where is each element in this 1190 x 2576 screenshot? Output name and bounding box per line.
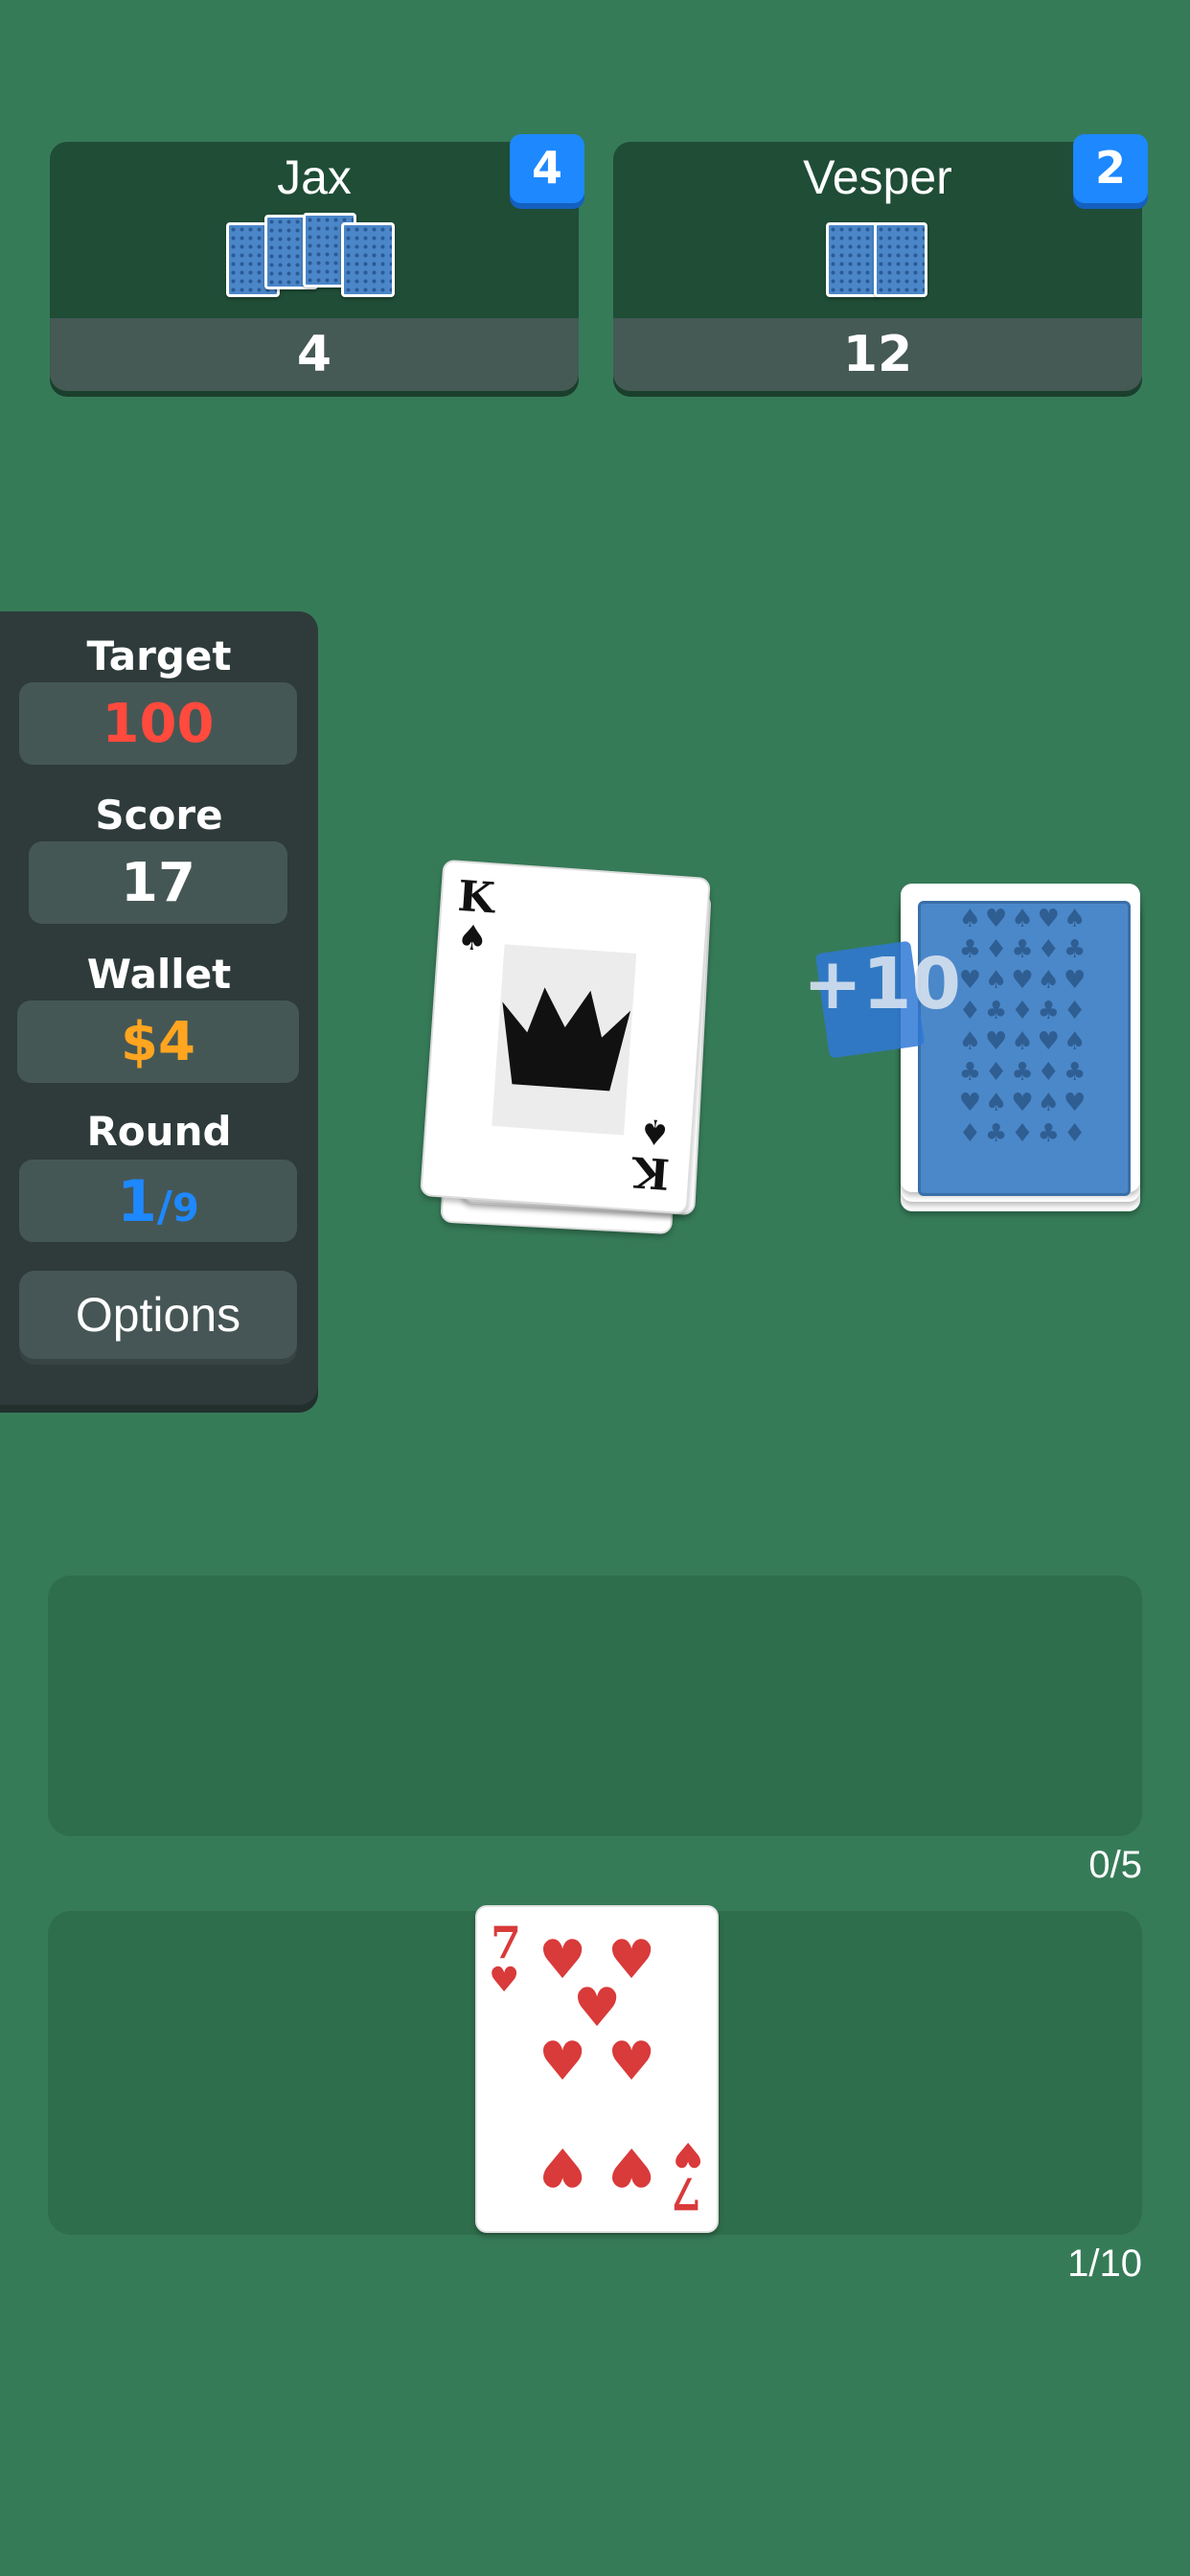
target-value: 100 [19, 682, 297, 765]
score-value: 17 [29, 841, 287, 924]
opponent-name: Vesper [803, 150, 952, 204]
card-suit: ♥ [489, 1960, 520, 2000]
opponent-card-count-badge: 2 [1073, 134, 1148, 203]
round-separator: / [156, 1183, 172, 1231]
target-label: Target [86, 632, 232, 679]
score-label: Score [95, 792, 223, 839]
opponent-score: 4 [50, 318, 579, 391]
opponent-score: 12 [613, 318, 1142, 391]
hand-zone-count: 1/10 [1067, 2242, 1142, 2285]
round-value: 1/9 [19, 1160, 297, 1242]
round-total: 9 [172, 1186, 199, 1230]
hand-card-seven-hearts[interactable]: 7 ♥ ♥ ♥ ♥ ♥ ♥ ♥ ♥ ♥ 7 [475, 1905, 719, 2233]
play-zone-count: 0/5 [1088, 1844, 1142, 1886]
points-popup: +10 [803, 943, 961, 1025]
card-suit-bottom: ♥ [672, 2134, 703, 2174]
opponent-hand-icon [222, 211, 414, 297]
opponent-hand-icon [824, 220, 939, 307]
card-rank: 7 [491, 1917, 522, 1968]
card-suit-bottom: ♠ [637, 1110, 672, 1153]
card-rank-bottom: K [630, 1146, 672, 1198]
wallet-label: Wallet [86, 951, 232, 998]
round-current: 1 [117, 1168, 157, 1235]
options-button[interactable]: Options [19, 1271, 297, 1359]
card-rank-bottom: 7 [670, 2168, 701, 2220]
opponent-panel-jax[interactable]: Jax 4 [50, 142, 579, 391]
play-zone[interactable] [48, 1576, 1142, 1836]
opponent-panel-vesper[interactable]: Vesper 12 [613, 142, 1142, 391]
round-label: Round [86, 1108, 232, 1155]
card-king-spades: K ♠ ♠ K [420, 859, 711, 1215]
card-suit: ♠ [455, 916, 490, 960]
opponent-card-count-badge: 4 [510, 134, 584, 203]
wallet-value: $4 [17, 1000, 299, 1083]
discard-pile[interactable]: 7 ♠ K ♠ ♠ K [420, 853, 767, 1246]
opponent-name: Jax [277, 150, 352, 204]
crown-icon [492, 944, 637, 1136]
card-rank: K [456, 871, 496, 924]
heart-pips: ♥ ♥ ♥ ♥ ♥ ♥ ♥ [538, 1929, 656, 2198]
draw-deck[interactable]: ♠♥♠♥♠ ♣♦♣♦♣ ♥♠♥♠♥ ♦♣♦♣♦ ♠♥♠♥♠ ♣♦♣♦♣ ♥♠♥♠♥ ♦♣♦♣♦ [899, 880, 1144, 1225]
